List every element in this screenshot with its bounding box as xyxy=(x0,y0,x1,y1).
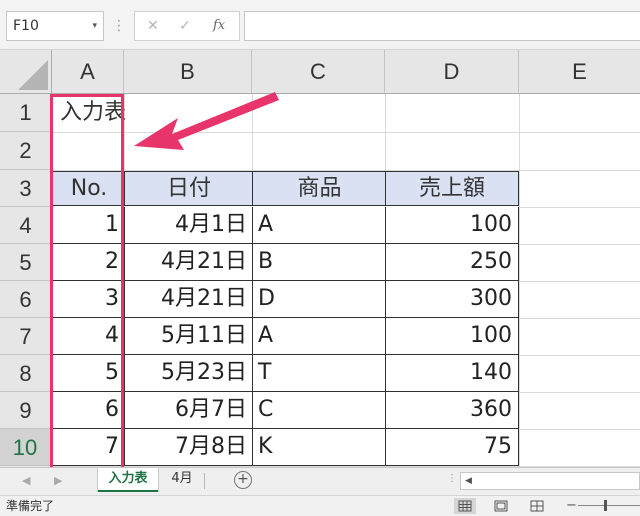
cell-item[interactable]: B xyxy=(252,244,386,281)
prev-sheet-icon[interactable]: ◀ xyxy=(22,468,30,494)
column-header-e[interactable]: E xyxy=(519,50,640,94)
name-box-value: F10 xyxy=(13,18,39,34)
cell-item[interactable]: A xyxy=(252,318,386,355)
sheet-tab-input[interactable]: 入力表 xyxy=(98,468,158,492)
row-header-6[interactable]: 6 xyxy=(0,281,52,318)
cell-amount[interactable]: 140 xyxy=(385,355,519,392)
cell-date[interactable]: 4月21日 xyxy=(124,281,253,318)
page-layout-icon[interactable] xyxy=(490,498,512,514)
row-header-9[interactable]: 9 xyxy=(0,392,52,429)
cell-item[interactable]: T xyxy=(252,355,386,392)
cell-date[interactable]: 5月23日 xyxy=(124,355,253,392)
split-handle-icon[interactable]: ⋮ xyxy=(447,473,457,484)
pointer-arrow-icon xyxy=(134,92,279,150)
cell-amount[interactable]: 100 xyxy=(385,318,519,355)
zoom-out-icon[interactable]: − xyxy=(566,496,577,515)
status-bar: 準備完了 − xyxy=(0,495,640,516)
sheet-tab-april[interactable]: 4月 xyxy=(160,468,204,492)
cell-item[interactable]: D xyxy=(252,281,386,318)
row-header-4[interactable]: 4 xyxy=(0,207,52,244)
function-icon[interactable]: fx xyxy=(213,12,225,40)
status-text: 準備完了 xyxy=(6,499,55,513)
cell-date[interactable]: 4月1日 xyxy=(124,207,253,244)
cell-item[interactable]: A xyxy=(252,207,386,244)
column-header-b[interactable]: B xyxy=(124,50,252,94)
spreadsheet-grid[interactable]: A B C D E 1 2 3 4 5 6 7 8 9 10 11 入力表 No… xyxy=(0,50,640,467)
table-header-date[interactable]: 日付 xyxy=(124,171,253,206)
column-header-a[interactable]: A xyxy=(52,50,124,94)
normal-view-icon[interactable] xyxy=(454,498,476,514)
zoom-slider[interactable] xyxy=(578,505,640,506)
name-box[interactable]: F10 ▾ xyxy=(6,11,104,41)
add-sheet-icon[interactable]: + xyxy=(234,471,252,489)
select-all-corner[interactable] xyxy=(0,50,52,94)
row-header-7[interactable]: 7 xyxy=(0,318,52,355)
page-break-icon[interactable] xyxy=(526,498,548,514)
tab-divider xyxy=(204,473,205,489)
cell-date[interactable]: 5月11日 xyxy=(124,318,253,355)
cell-date[interactable]: 7月8日 xyxy=(124,429,253,466)
chevron-down-icon[interactable]: ▾ xyxy=(92,12,97,40)
cell-amount[interactable]: 360 xyxy=(385,392,519,429)
cell-amount[interactable]: 100 xyxy=(385,207,519,244)
highlight-box-column-a xyxy=(50,94,124,467)
formula-bar: F10 ▾ ⋮ ✕ ✓ fx xyxy=(0,0,640,50)
cell-date[interactable]: 6月7日 xyxy=(124,392,253,429)
row-header-8[interactable]: 8 xyxy=(0,355,52,392)
cell-date[interactable]: 4月21日 xyxy=(124,244,253,281)
sheet-tabs-bar: ◀ ▶ 入力表 4月 + ⋮ ◀ xyxy=(0,467,640,495)
more-options-icon[interactable]: ⋮ xyxy=(112,12,126,40)
cell-amount[interactable]: 300 xyxy=(385,281,519,318)
formula-buttons: ✕ ✓ fx xyxy=(134,11,240,41)
close-icon[interactable]: ✕ xyxy=(147,12,159,40)
row-header-2[interactable]: 2 xyxy=(0,132,52,170)
table-header-item[interactable]: 商品 xyxy=(252,171,386,206)
table-header-amount[interactable]: 売上額 xyxy=(385,171,519,206)
scroll-left-icon[interactable]: ◀ xyxy=(465,473,472,489)
cell-item[interactable]: K xyxy=(252,429,386,466)
cell-amount[interactable]: 75 xyxy=(385,429,519,466)
column-header-c[interactable]: C xyxy=(252,50,385,94)
check-icon[interactable]: ✓ xyxy=(179,12,191,40)
row-header-3[interactable]: 3 xyxy=(0,170,52,207)
next-sheet-icon[interactable]: ▶ xyxy=(54,468,62,494)
cell-item[interactable]: C xyxy=(252,392,386,429)
cell-amount[interactable]: 250 xyxy=(385,244,519,281)
row-header-1[interactable]: 1 xyxy=(0,94,52,132)
formula-input[interactable] xyxy=(244,11,640,41)
column-header-d[interactable]: D xyxy=(385,50,519,94)
horizontal-scrollbar[interactable]: ◀ xyxy=(460,472,640,490)
zoom-slider-thumb[interactable] xyxy=(604,500,607,511)
row-header-10[interactable]: 10 xyxy=(0,429,52,466)
row-header-5[interactable]: 5 xyxy=(0,244,52,281)
